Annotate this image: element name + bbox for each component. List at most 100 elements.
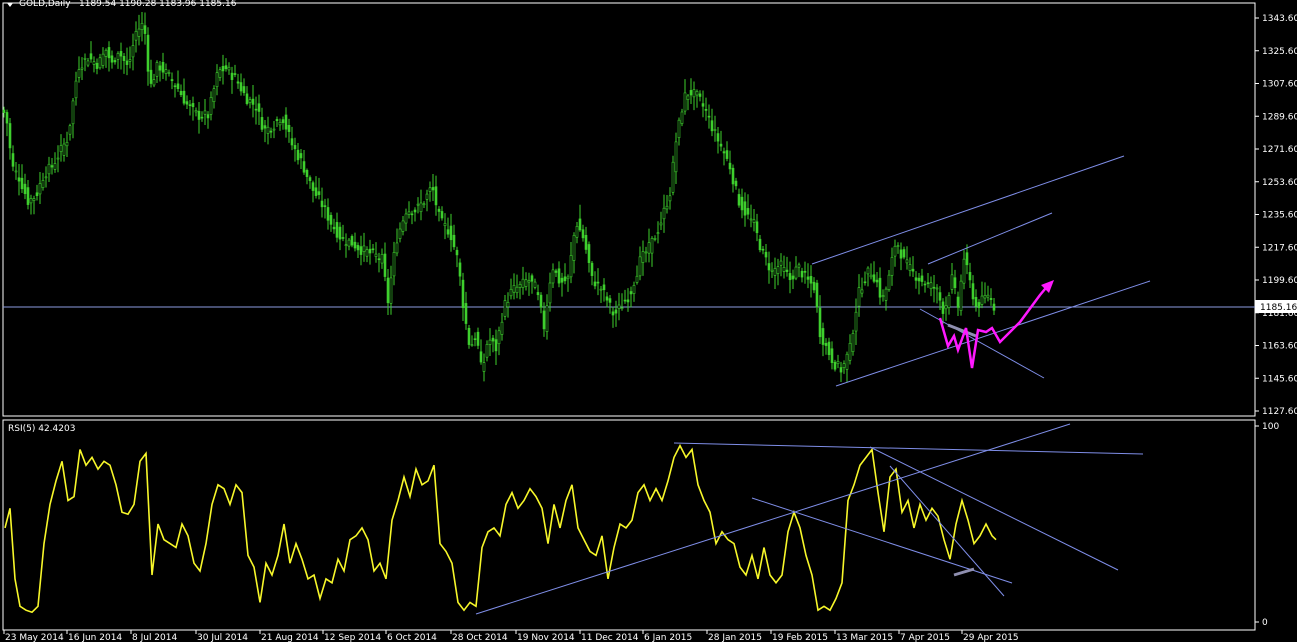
candle-body [815,282,819,308]
candle-body [275,119,279,121]
candle-body [350,236,354,246]
candle-body [344,244,348,246]
candle-body [359,246,363,255]
candle-body [833,361,837,370]
candle-body [710,120,714,132]
candle-body [542,310,546,330]
candle-body [341,237,345,239]
candle-body [242,86,246,94]
candle-body [578,218,582,231]
time-tick-label: 8 Jul 2014 [132,633,177,642]
candle-body [413,209,417,213]
candle-body [599,288,603,291]
candle-body [116,53,120,60]
candle-body [395,242,399,254]
candle-body [713,129,717,131]
candle-body [56,157,60,160]
candle-body [635,275,639,283]
candle-body [764,251,768,258]
candle-body [89,53,93,60]
candle-body [173,85,177,88]
candle-body [725,150,729,159]
candle-body [782,267,786,272]
candle-body [221,66,225,72]
candle-body [479,351,483,363]
candle-body [869,274,873,278]
candle-body [965,252,969,266]
candle-body [911,268,915,272]
candle-body [251,98,255,105]
candle-body [146,34,150,72]
candle-body [386,277,390,304]
candle-body [806,276,810,280]
candle-body [665,205,669,210]
candle-body [509,288,513,297]
candle-body [707,115,711,118]
candle-body [308,177,312,182]
candle-body [830,348,834,363]
candle-body [440,211,444,219]
candle-body [80,67,84,70]
candle-body [380,254,384,264]
candle-body [716,133,720,142]
candle-body [545,305,549,332]
candle-body [113,60,117,63]
candle-body [185,101,189,105]
candle-body [932,286,936,289]
candle-body [452,234,456,248]
candle-body [392,252,396,277]
candle-body [104,49,108,57]
candle-body [560,277,564,283]
candle-body [128,59,132,62]
price-tick-label: 1289.60 [1262,112,1297,122]
candle-body [920,275,924,282]
candle-body [872,274,876,282]
candle-body [929,282,933,290]
candle-body [119,51,123,57]
candle-body [83,57,87,60]
candle-body [473,338,477,341]
candle-body [512,285,516,293]
candle-body [794,266,798,279]
candle-body [416,203,420,206]
candle-body [641,251,645,263]
candle-body [269,130,273,133]
candle-body [824,343,828,346]
candle-body [686,95,690,100]
candle-body [218,69,222,78]
candle-body [299,153,303,159]
candle-body [674,141,678,173]
candle-body [5,112,9,124]
candle-body [878,277,882,298]
price-tick-label: 1343.60 [1262,14,1297,24]
candle-body [797,264,801,268]
candle-body [446,229,450,235]
candle-body [653,238,657,240]
candle-body [800,270,804,278]
candle-body [236,81,240,84]
time-tick-label: 12 Sep 2014 [324,633,381,642]
candle-body [506,302,510,308]
candle-body [941,301,945,314]
candle-body [323,205,327,207]
candle-body [575,226,579,238]
candle-body [86,60,90,66]
candle-body [125,60,129,65]
candle-body [26,187,30,205]
candle-body [176,83,180,90]
candle-body [728,162,732,170]
price-tick-label: 1325.60 [1262,47,1297,57]
candle-body [41,180,45,188]
candle-body [608,298,612,303]
price-tick-label: 1253.60 [1262,178,1297,188]
candle-body [593,281,597,287]
candle-body [959,280,963,311]
candle-body [8,123,12,149]
candle-body [980,295,984,305]
candle-body [293,145,297,150]
candle-body [875,279,879,283]
candle-body [317,191,321,195]
candle-body [458,262,462,277]
candle-body [197,110,201,120]
candle-body [68,125,72,135]
